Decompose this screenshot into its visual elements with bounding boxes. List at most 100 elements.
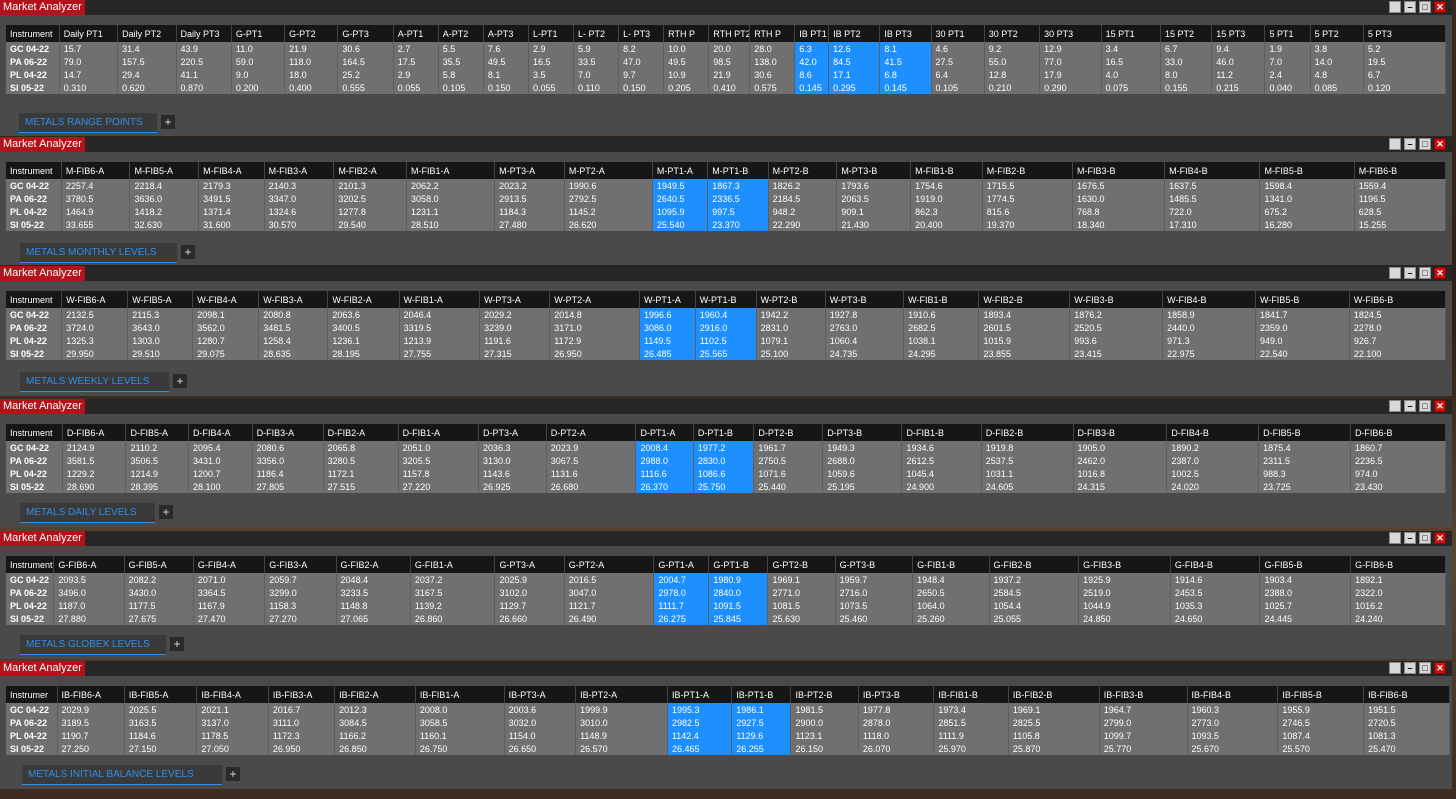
column-header[interactable]: 5 PT2 — [1310, 25, 1364, 42]
column-header[interactable]: A-PT3 — [483, 25, 529, 42]
column-header[interactable]: D-FIB4-B — [1166, 424, 1260, 441]
value-cell[interactable]: 25.195 — [822, 480, 903, 493]
value-cell[interactable]: 1960.3 — [1187, 703, 1279, 716]
value-cell[interactable]: 29.4 — [117, 68, 177, 81]
value-cell[interactable]: 993.6 — [1069, 334, 1164, 347]
value-cell[interactable]: 1949.5 — [652, 179, 709, 192]
maximize-button[interactable]: □ — [1419, 662, 1431, 674]
value-cell[interactable]: 118.0 — [284, 55, 339, 68]
value-cell[interactable]: 21.430 — [836, 218, 912, 231]
value-cell[interactable]: 25.670 — [1187, 742, 1279, 755]
value-cell[interactable]: 1025.7 — [1259, 599, 1352, 612]
value-cell[interactable]: 1969.1 — [767, 573, 836, 586]
column-header[interactable]: D-PT1-B — [693, 424, 755, 441]
value-cell[interactable]: 1925.9 — [1078, 573, 1171, 586]
value-cell[interactable]: 1325.3 — [61, 334, 129, 347]
column-header[interactable]: M-FIB6-A — [61, 162, 131, 179]
table-row[interactable]: GC 04-22 2132.5 2115.3 2098.1 2080.8 2063.6 20… — [6, 308, 1447, 321]
column-header[interactable]: M-PT1-B — [707, 162, 769, 179]
column-header[interactable]: IB-FIB1-A — [415, 686, 505, 703]
value-cell[interactable]: 1071.6 — [753, 467, 824, 480]
instrument-cell[interactable]: SI 05-22 — [6, 612, 55, 625]
column-header[interactable]: W-PT3-A — [479, 291, 551, 308]
column-header[interactable]: IB-FIB3-B — [1099, 686, 1188, 703]
column-header[interactable]: W-FIB3-A — [258, 291, 329, 308]
value-cell[interactable]: 1187.0 — [53, 599, 125, 612]
value-cell[interactable]: 6.3 — [794, 42, 830, 55]
table-row[interactable]: SI 05-22 27.880 27.675 27.470 27.270 27.065 26… — [6, 612, 1446, 625]
value-cell[interactable]: 1277.8 — [333, 205, 408, 218]
column-header[interactable]: IB-FIB5-B — [1277, 686, 1365, 703]
value-cell[interactable]: 1154.0 — [504, 729, 577, 742]
value-cell[interactable]: 23.725 — [1258, 480, 1351, 493]
value-cell[interactable]: 3506.5 — [125, 454, 190, 467]
table-row[interactable]: GC 04-22 15.7 31.4 43.9 11.0 21.9 30.6 2.7 5.5 7.… — [6, 42, 1447, 55]
value-cell[interactable]: 29.540 — [333, 218, 408, 231]
value-cell[interactable]: 3581.5 — [62, 454, 127, 467]
column-header[interactable]: IB-FIB3-A — [268, 686, 336, 703]
table-row[interactable]: SI 05-22 29.950 29.510 29.075 28.635 28.195 27… — [6, 347, 1447, 360]
value-cell[interactable]: 1303.0 — [127, 334, 194, 347]
value-cell[interactable]: 948.2 — [768, 205, 838, 218]
value-cell[interactable]: 1919.8 — [981, 441, 1074, 454]
value-cell[interactable]: 1903.4 — [1259, 573, 1352, 586]
value-cell[interactable]: 17.9 — [1039, 68, 1102, 81]
value-cell[interactable]: 26.570 — [575, 742, 668, 755]
restore-button[interactable] — [1389, 138, 1401, 150]
value-cell[interactable]: 21.9 — [708, 68, 751, 81]
value-cell[interactable]: 1214.9 — [125, 467, 190, 480]
value-cell[interactable]: 138.0 — [749, 55, 796, 68]
column-header[interactable]: D-FIB3-B — [1073, 424, 1168, 441]
value-cell[interactable]: 2095.4 — [188, 441, 253, 454]
value-cell[interactable]: 2825.5 — [1008, 716, 1100, 729]
value-cell[interactable]: 26.680 — [546, 480, 637, 493]
value-cell[interactable]: 1959.7 — [835, 573, 914, 586]
table-row[interactable]: PL 04-22 1190.7 1184.6 1178.5 1172.3 1166.2 11… — [6, 729, 1450, 742]
minimize-button[interactable]: – — [1404, 532, 1416, 544]
column-header[interactable]: W-FIB5-B — [1255, 291, 1350, 308]
value-cell[interactable]: 27.805 — [252, 480, 324, 493]
instrument-cell[interactable]: GC 04-22 — [6, 308, 63, 321]
instrument-cell[interactable]: PA 06-22 — [6, 716, 58, 729]
value-cell[interactable]: 19.370 — [982, 218, 1073, 231]
window-titlebar[interactable]: Market Analyzer – □ ✕ — [0, 531, 1452, 546]
column-header[interactable]: M-FIB3-B — [1072, 162, 1166, 179]
value-cell[interactable]: 2799.0 — [1099, 716, 1188, 729]
value-cell[interactable]: 22.975 — [1162, 347, 1256, 360]
value-cell[interactable]: 24.295 — [903, 347, 980, 360]
value-cell[interactable]: 6.8 — [879, 68, 932, 81]
column-header[interactable]: M-FIB6-B — [1354, 162, 1447, 179]
column-header[interactable]: G-FIB2-A — [336, 556, 411, 573]
value-cell[interactable]: 1914.6 — [1170, 573, 1261, 586]
column-header[interactable]: Instrument — [6, 291, 63, 308]
instrument-cell[interactable]: PA 06-22 — [6, 321, 63, 334]
value-cell[interactable]: 2036.3 — [478, 441, 547, 454]
panel-tab[interactable]: METALS GLOBEX LEVELS — [20, 635, 166, 655]
table-row[interactable]: PA 06-22 3496.0 3430.0 3364.5 3299.0 3233.5 31… — [6, 586, 1446, 599]
value-cell[interactable]: 1860.7 — [1350, 441, 1447, 454]
value-cell[interactable]: 28.195 — [327, 347, 400, 360]
value-cell[interactable]: 9.2 — [984, 42, 1041, 55]
value-cell[interactable]: 28.510 — [406, 218, 496, 231]
value-cell[interactable]: 23.430 — [1350, 480, 1447, 493]
value-cell[interactable]: 25.750 — [693, 480, 755, 493]
column-header[interactable]: Instrumer — [6, 686, 58, 703]
add-tab-button[interactable]: + — [181, 245, 195, 259]
value-cell[interactable]: 1341.0 — [1259, 192, 1355, 205]
value-cell[interactable]: 1995.3 — [667, 703, 733, 716]
value-cell[interactable]: 0.290 — [1039, 81, 1102, 94]
column-header[interactable]: IB-PT1-A — [667, 686, 733, 703]
value-cell[interactable]: 1172.1 — [323, 467, 399, 480]
value-cell[interactable]: 3163.5 — [124, 716, 198, 729]
value-cell[interactable]: 971.3 — [1162, 334, 1256, 347]
value-cell[interactable]: 2.4 — [1264, 68, 1311, 81]
value-cell[interactable]: 2640.5 — [652, 192, 709, 205]
table-row[interactable]: SI 05-22 0.310 0.620 0.870 0.200 0.400 0.555 0.… — [6, 81, 1447, 94]
value-cell[interactable]: 1158.3 — [264, 599, 337, 612]
value-cell[interactable]: 1178.5 — [196, 729, 269, 742]
value-cell[interactable]: 0.150 — [618, 81, 665, 94]
instrument-cell[interactable]: PL 04-22 — [6, 68, 60, 81]
column-header[interactable]: Daily PT2 — [117, 25, 177, 42]
value-cell[interactable]: 77.0 — [1039, 55, 1102, 68]
value-cell[interactable]: 909.1 — [836, 205, 912, 218]
